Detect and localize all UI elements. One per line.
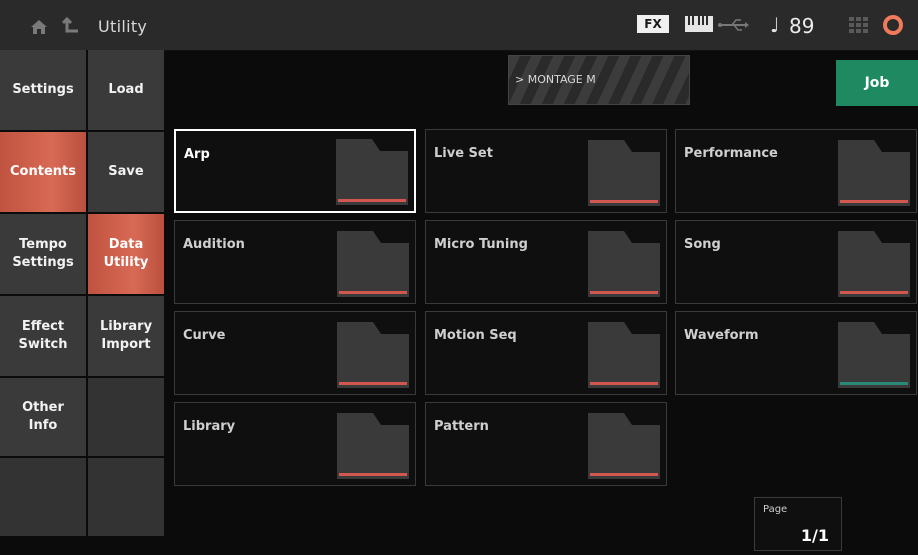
folder-live-set[interactable]: Live Set <box>425 129 667 213</box>
folder-arp[interactable]: Arp <box>174 129 416 213</box>
fx-badge: FX <box>637 15 669 33</box>
folder-motion-seq[interactable]: Motion Seq <box>425 311 667 395</box>
page-title: Utility <box>98 17 148 36</box>
tab-tempo-settings[interactable]: Tempo Settings <box>0 214 86 296</box>
subtab-library-import[interactable]: Library Import <box>86 296 164 378</box>
folder-icon <box>588 231 660 297</box>
folder-label: Performance <box>684 146 778 161</box>
tempo-display[interactable]: 89 <box>789 14 814 38</box>
folder-icon <box>838 322 910 388</box>
folder-curve[interactable]: Curve <box>174 311 416 395</box>
job-button[interactable]: Job <box>836 60 918 106</box>
folder-label: Curve <box>183 328 226 343</box>
folder-performance[interactable]: Performance <box>675 129 917 213</box>
folder-micro-tuning[interactable]: Micro Tuning <box>425 220 667 304</box>
folder-label: Motion Seq <box>434 328 517 343</box>
usb-icon <box>718 19 749 31</box>
main-tabs: Settings Contents Tempo Settings Effect … <box>0 50 86 538</box>
folder-audition[interactable]: Audition <box>174 220 416 304</box>
folder-icon <box>337 413 409 479</box>
folder-icon <box>588 322 660 388</box>
keyboard-icon <box>685 16 713 32</box>
home-icon[interactable] <box>30 19 48 35</box>
folder-library[interactable]: Library <box>174 402 416 486</box>
folder-icon <box>337 231 409 297</box>
subtab-load[interactable]: Load <box>86 50 164 132</box>
folder-label: Pattern <box>434 419 489 434</box>
tab-empty <box>0 458 86 538</box>
folder-waveform[interactable]: Waveform <box>675 311 917 395</box>
subtab-data-utility[interactable]: Data Utility <box>86 214 164 296</box>
folder-icon <box>336 139 408 205</box>
folder-label: Library <box>183 419 236 434</box>
tab-settings[interactable]: Settings <box>0 50 86 132</box>
subtab-empty-1 <box>86 378 164 458</box>
folder-song[interactable]: Song <box>675 220 917 304</box>
folder-label: Live Set <box>434 146 493 161</box>
grid-icon[interactable] <box>849 17 869 33</box>
folder-label: Song <box>684 237 721 252</box>
folder-label: Audition <box>183 237 245 252</box>
folder-icon <box>337 322 409 388</box>
back-icon[interactable] <box>62 17 80 35</box>
sub-tabs: Load Save Data Utility Library Import <box>86 50 164 538</box>
gear-icon[interactable] <box>882 14 904 36</box>
folder-icon <box>838 231 910 297</box>
folder-icon <box>838 140 910 206</box>
folder-icon <box>588 413 660 479</box>
banner-text: > MONTAGE M <box>515 73 596 86</box>
tab-effect-switch[interactable]: Effect Switch <box>0 296 86 378</box>
tab-contents[interactable]: Contents <box>0 132 86 214</box>
subtab-empty-2 <box>86 458 164 538</box>
folder-pattern[interactable]: Pattern <box>425 402 667 486</box>
top-bar: Utility FX ♩ 89 <box>0 0 918 51</box>
tab-other-info[interactable]: Other Info <box>0 378 86 458</box>
page-indicator: Page 1/1 <box>754 497 842 551</box>
page-value: 1/1 <box>800 526 829 545</box>
folder-label: Arp <box>184 147 210 162</box>
folder-label: Waveform <box>684 328 759 343</box>
page-label: Page <box>763 504 788 515</box>
current-location-banner[interactable]: > MONTAGE M <box>508 55 690 105</box>
subtab-save[interactable]: Save <box>86 132 164 214</box>
folder-label: Micro Tuning <box>434 237 528 252</box>
note-icon: ♩ <box>770 13 780 37</box>
folder-icon <box>588 140 660 206</box>
